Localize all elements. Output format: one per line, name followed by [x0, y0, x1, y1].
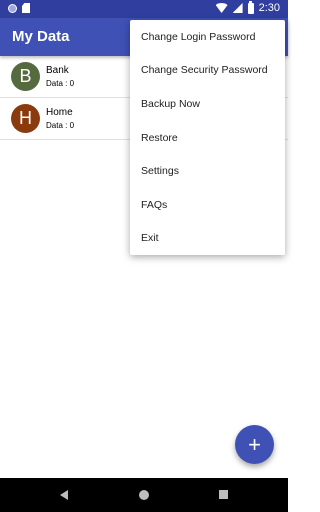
menu-item-backup-now[interactable]: Backup Now: [130, 87, 285, 121]
avatar: H: [11, 104, 40, 133]
menu-item-exit[interactable]: Exit: [130, 222, 285, 256]
avatar: B: [11, 62, 40, 91]
battery-icon: [247, 0, 254, 14]
home-icon[interactable]: [139, 490, 149, 500]
sd-card-icon: [22, 3, 30, 13]
recent-apps-icon[interactable]: [219, 490, 228, 499]
menu-item-settings[interactable]: Settings: [130, 154, 285, 188]
add-button[interactable]: +: [235, 425, 274, 464]
page-title: My Data: [12, 28, 70, 45]
list-item-count: Data : 0: [46, 121, 75, 130]
notification-dot-icon: [8, 3, 17, 13]
status-time: 2:30: [258, 2, 280, 14]
back-icon[interactable]: [60, 490, 68, 500]
status-bar: 2:30: [0, 0, 288, 18]
overflow-menu: Change Login Password Change Security Pa…: [130, 20, 285, 255]
list-item-count: Data : 0: [46, 79, 75, 88]
menu-item-faqs[interactable]: FAQs: [130, 188, 285, 222]
list-item-name: Bank: [46, 65, 69, 76]
menu-item-restore[interactable]: Restore: [130, 121, 285, 155]
list-item-name: Home: [46, 107, 73, 118]
signal-icon: [232, 3, 243, 13]
navigation-bar: [0, 478, 288, 512]
menu-item-change-security-password[interactable]: Change Security Password: [130, 54, 285, 88]
menu-item-change-login-password[interactable]: Change Login Password: [130, 20, 285, 54]
wifi-icon: [215, 3, 228, 13]
